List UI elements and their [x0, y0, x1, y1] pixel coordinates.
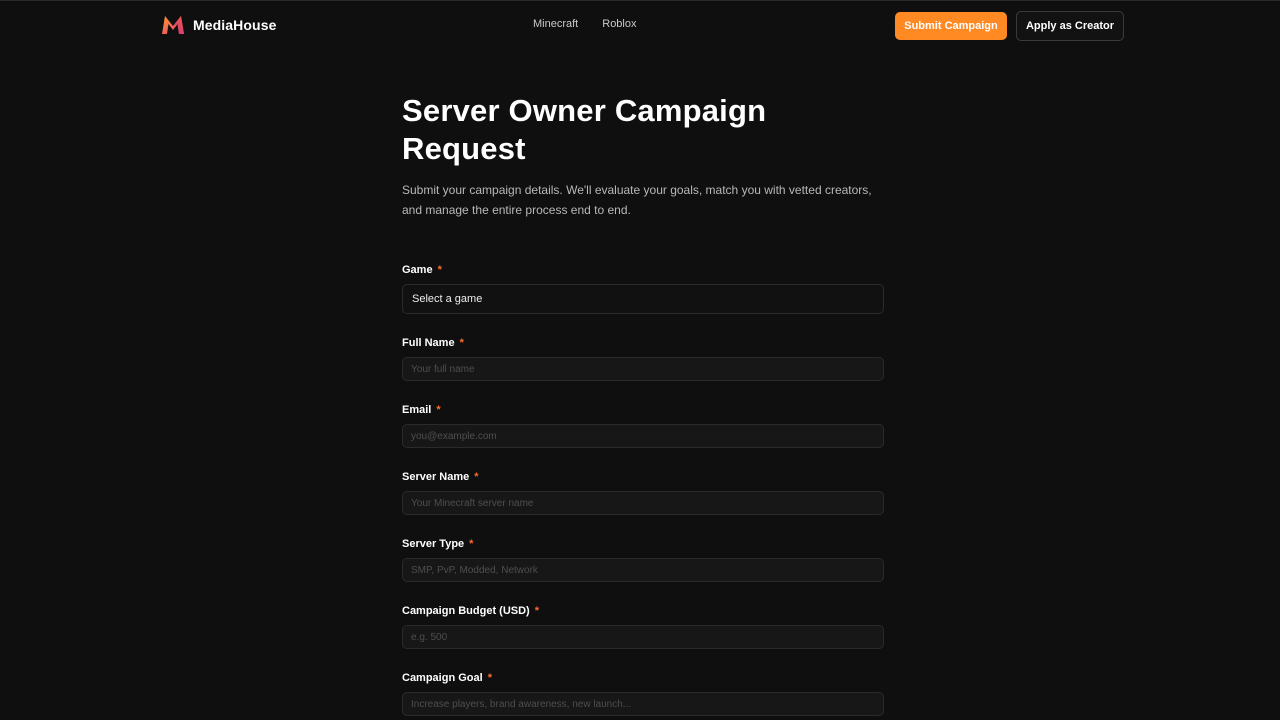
campaign-request-section: Server Owner Campaign Request Submit you…	[402, 92, 884, 720]
apply-as-creator-button[interactable]: Apply as Creator	[1016, 11, 1124, 41]
full-name-label: Full Name *	[402, 336, 884, 350]
top-navbar: MediaHouse Minecraft Roblox Submit Campa…	[0, 0, 1280, 50]
required-marker: *	[459, 337, 464, 349]
required-marker: *	[437, 264, 442, 276]
email-label: Email *	[402, 403, 884, 417]
page-title: Server Owner Campaign Request	[402, 93, 767, 166]
email-input[interactable]	[402, 424, 884, 448]
server-name-field: Server Name *	[402, 470, 884, 515]
page: MediaHouse Minecraft Roblox Submit Campa…	[0, 0, 1280, 720]
server-name-label-text: Server Name	[402, 471, 470, 483]
email-field: Email *	[402, 403, 884, 448]
brand-name: MediaHouse	[193, 17, 277, 33]
required-marker: *	[534, 605, 540, 617]
required-marker: *	[474, 471, 479, 483]
campaign-goal-label: Campaign Goal *	[402, 671, 884, 685]
page-subtitle: Submit your campaign details. We'll eval…	[402, 183, 872, 217]
full-name-label-text: Full Name	[402, 337, 455, 349]
server-type-input[interactable]	[402, 558, 884, 582]
full-name-input[interactable]	[402, 357, 884, 381]
campaign-budget-label: Campaign Budget (USD) *	[402, 604, 884, 618]
campaign-goal-input[interactable]	[402, 692, 884, 716]
campaign-request-form: Game * Select a game Full Name * Email *	[402, 263, 884, 716]
game-label-text: Game	[402, 264, 433, 276]
campaign-budget-input[interactable]	[402, 625, 884, 649]
email-label-text: Email	[402, 404, 432, 416]
required-marker: *	[469, 538, 474, 550]
nav-item-roblox[interactable]: Roblox	[602, 18, 636, 30]
server-type-label: Server Type *	[402, 537, 884, 551]
server-type-label-text: Server Type	[402, 538, 465, 550]
game-select[interactable]: Select a game	[402, 284, 884, 314]
server-name-input[interactable]	[402, 491, 884, 515]
submit-campaign-button[interactable]: Submit Campaign	[895, 12, 1007, 40]
campaign-goal-label-text: Campaign Goal	[402, 672, 483, 684]
brand-logo[interactable]: MediaHouse	[161, 14, 276, 36]
mediahouse-logo-icon	[162, 16, 184, 34]
nav-item-minecraft[interactable]: Minecraft	[533, 18, 578, 30]
main-nav: Minecraft Roblox	[533, 18, 637, 30]
game-label: Game *	[402, 263, 884, 277]
campaign-goal-field: Campaign Goal *	[402, 671, 884, 716]
full-name-field: Full Name *	[402, 336, 884, 381]
required-marker: *	[436, 404, 441, 416]
campaign-budget-field: Campaign Budget (USD) *	[402, 604, 884, 649]
required-marker: *	[487, 672, 492, 684]
server-type-field: Server Type *	[402, 537, 884, 582]
game-field: Game * Select a game	[402, 263, 884, 314]
campaign-budget-label-text: Campaign Budget (USD)	[402, 605, 530, 617]
server-name-label: Server Name *	[402, 470, 884, 484]
